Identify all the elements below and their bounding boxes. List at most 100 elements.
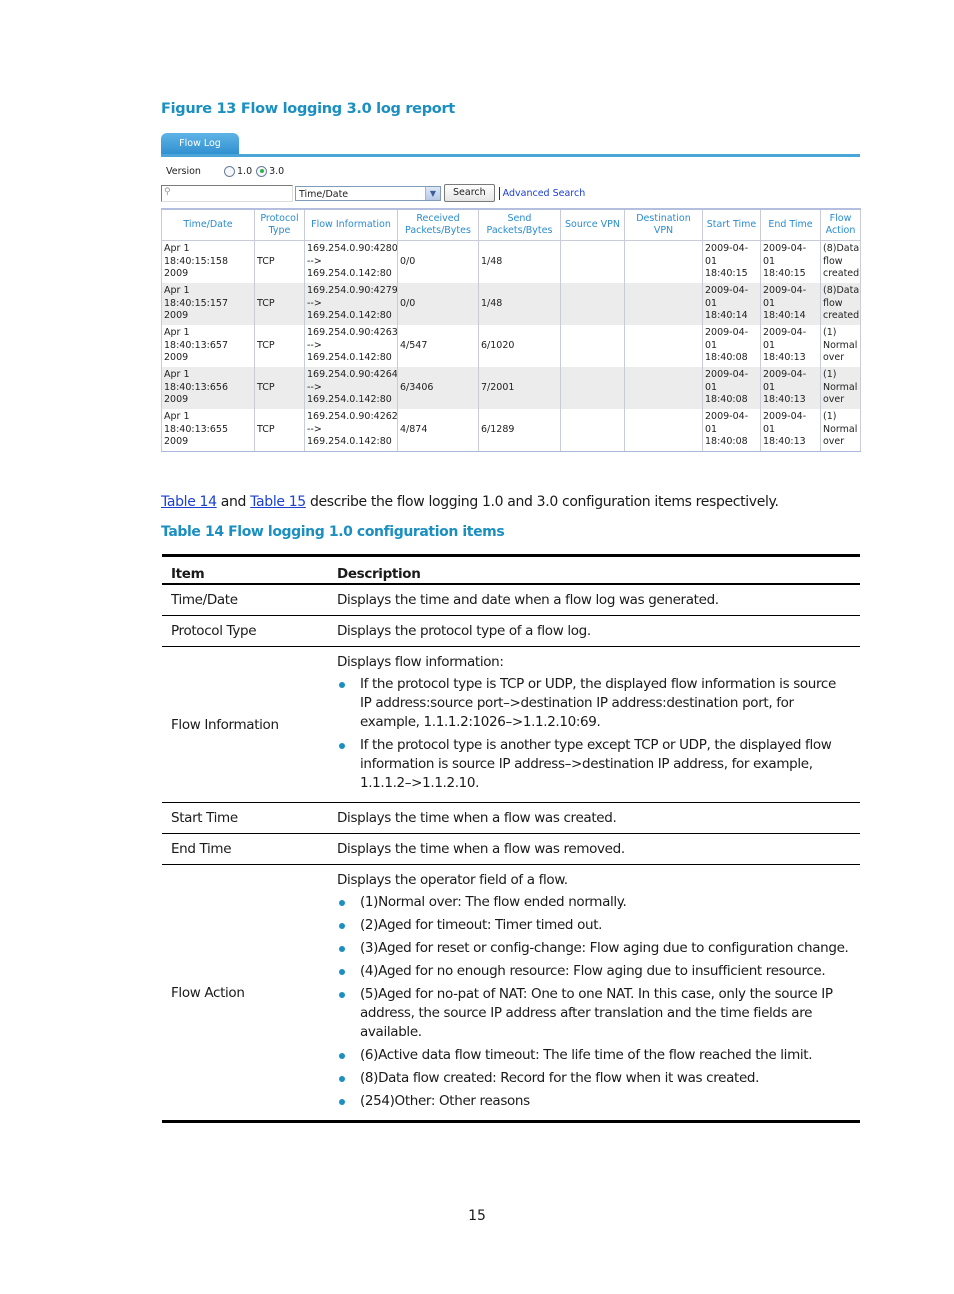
tab-underline bbox=[161, 154, 860, 157]
description-cell: Displays the protocol type of a flow log… bbox=[328, 615, 860, 647]
search-field-select[interactable]: Time/Date ▼ bbox=[295, 185, 441, 201]
figure-title: Figure 13 Flow logging 3.0 log report bbox=[161, 101, 455, 117]
cell-text: Apr 1 18:40:15:158 2009 bbox=[164, 243, 228, 280]
radio-label: 1.0 bbox=[237, 165, 253, 177]
search-input[interactable]: ⚲ bbox=[161, 184, 293, 202]
received-cell: 0/0 bbox=[397, 283, 479, 325]
cell-text: Apr 1 18:40:15:157 2009 bbox=[164, 285, 228, 322]
time-date-cell: Apr 1 18:40:13:656 2009 bbox=[161, 367, 255, 409]
start-time-cell: 2009-04- 01 18:40:15 bbox=[702, 240, 761, 283]
destination-vpn-cell bbox=[624, 283, 703, 325]
cell-text: 2009-04- bbox=[705, 369, 749, 381]
cell-text: flow bbox=[823, 255, 843, 267]
search-button[interactable]: Search bbox=[444, 184, 495, 202]
cell-text: 4/874 bbox=[400, 423, 428, 435]
destination-vpn-cell bbox=[624, 325, 703, 367]
destination-vpn-cell bbox=[624, 240, 703, 283]
cell-text: --> bbox=[307, 297, 322, 309]
table-row[interactable]: Apr 1 18:40:13:657 2009 TCP 169.254.0.90:4… bbox=[161, 325, 861, 367]
table-row[interactable]: Apr 1 18:40:13:656 2009 TCP 169.254.0.90:4… bbox=[161, 367, 861, 409]
cell-text: flow bbox=[823, 297, 843, 309]
column-header[interactable]: Flow Information bbox=[304, 208, 398, 241]
cell-text: Apr 1 18:40:13:656 2009 bbox=[164, 369, 228, 406]
paragraph-text: describe the flow logging 1.0 and 3.0 co… bbox=[305, 494, 779, 510]
cell-text: TCP bbox=[257, 255, 275, 267]
cell-text: 1/48 bbox=[481, 255, 503, 267]
version-row: Version 1.0 3.0 bbox=[166, 164, 288, 178]
source-vpn-cell bbox=[560, 409, 625, 452]
source-vpn-cell bbox=[560, 367, 625, 409]
table-row: Flow Action Displays the operator field … bbox=[162, 865, 860, 1122]
cell-text: 01 bbox=[763, 297, 776, 309]
item-cell: Start Time bbox=[162, 802, 328, 834]
column-header[interactable]: Start Time bbox=[702, 208, 761, 241]
item-cell: Protocol Type bbox=[162, 615, 328, 647]
table-15-link[interactable]: Table 15 bbox=[250, 494, 306, 510]
cell-text: 01 bbox=[705, 255, 718, 267]
cell-text: 01 bbox=[763, 339, 776, 351]
start-time-cell: 2009-04- 01 18:40:14 bbox=[702, 283, 761, 325]
cell-text: 6/1020 bbox=[481, 339, 515, 351]
version-radio-3-0[interactable]: 3.0 bbox=[256, 165, 285, 177]
description-cell: Displays flow information: If the protoc… bbox=[328, 646, 860, 803]
cell-text: --> bbox=[307, 423, 322, 435]
flow-info-cell: 169.254.0.90:4262 --> 169.254.0.142:80 bbox=[304, 409, 398, 452]
cell-text: 169.254.0.90:4264 bbox=[307, 369, 398, 381]
table-row[interactable]: Apr 1 18:40:15:158 2009 TCP 169.254.0.90:4… bbox=[161, 240, 861, 283]
protocol-cell: TCP bbox=[254, 409, 305, 452]
column-header[interactable]: Received Packets/Bytes bbox=[397, 208, 479, 241]
cell-text: 18:40:08 bbox=[705, 352, 748, 364]
received-cell: 4/547 bbox=[397, 325, 479, 367]
time-date-cell: Apr 1 18:40:13:655 2009 bbox=[161, 409, 255, 452]
chevron-down-icon[interactable]: ▼ bbox=[425, 186, 440, 200]
protocol-cell: TCP bbox=[254, 325, 305, 367]
cell-text: 7/2001 bbox=[481, 381, 515, 393]
cell-text: 18:40:15 bbox=[705, 268, 748, 280]
table-14-link[interactable]: Table 14 bbox=[161, 494, 217, 510]
version-radio-1-0[interactable]: 1.0 bbox=[224, 165, 253, 177]
cell-text: 2009-04- bbox=[763, 369, 807, 381]
received-cell: 0/0 bbox=[397, 240, 479, 283]
column-header[interactable]: Protocol Type bbox=[254, 208, 305, 241]
tab-flow-log[interactable]: Flow Log bbox=[161, 133, 239, 155]
list-item: (2)Aged for timeout: Timer timed out. bbox=[337, 916, 851, 935]
send-cell: 1/48 bbox=[478, 240, 561, 283]
column-header[interactable]: End Time bbox=[760, 208, 821, 241]
radio-label: 3.0 bbox=[269, 165, 285, 177]
cell-text: Normal bbox=[823, 423, 858, 435]
end-time-cell: 2009-04- 01 18:40:13 bbox=[760, 409, 821, 452]
config-items-table: Item Description Time/Date Displays the … bbox=[162, 554, 860, 1123]
description-cell: Displays the time and date when a flow l… bbox=[328, 584, 860, 616]
advanced-search-link[interactable]: Advanced Search bbox=[503, 188, 586, 199]
cell-text: Normal bbox=[823, 339, 858, 351]
item-cell: Flow Information bbox=[162, 646, 328, 803]
column-header[interactable]: Send Packets/Bytes bbox=[478, 208, 561, 241]
column-header[interactable]: Time/Date bbox=[161, 208, 255, 241]
end-time-cell: 2009-04- 01 18:40:15 bbox=[760, 240, 821, 283]
radio-selected-icon[interactable] bbox=[256, 165, 268, 177]
item-cell: End Time bbox=[162, 833, 328, 865]
table-row[interactable]: Apr 1 18:40:13:655 2009 TCP 169.254.0.90:4… bbox=[161, 409, 861, 452]
cell-text: --> bbox=[307, 339, 322, 351]
end-time-cell: 2009-04- 01 18:40:14 bbox=[760, 283, 821, 325]
cell-text: 0/0 bbox=[400, 297, 416, 309]
cell-text: 2009-04- bbox=[763, 411, 807, 423]
cell-text: 169.254.0.90:4279 bbox=[307, 285, 398, 297]
column-header[interactable]: Destination VPN bbox=[624, 208, 703, 241]
radio-unselected-icon[interactable] bbox=[224, 165, 235, 177]
table-row: End Time Displays the time when a flow w… bbox=[162, 833, 860, 865]
received-cell: 4/874 bbox=[397, 409, 479, 452]
cell-text: 18:40:13 bbox=[763, 436, 806, 448]
description-cell: Displays the operator field of a flow. (… bbox=[328, 865, 860, 1122]
column-header-description: Description bbox=[328, 555, 860, 585]
received-cell: 6/3406 bbox=[397, 367, 479, 409]
column-header-item: Item bbox=[162, 555, 328, 585]
source-vpn-cell bbox=[560, 240, 625, 283]
intro-paragraph: Table 14 and Table 15 describe the flow … bbox=[161, 494, 779, 510]
column-header[interactable]: Flow Action bbox=[820, 208, 861, 241]
cell-text: --> bbox=[307, 255, 322, 267]
table-header-row: Time/Date Protocol Type Flow Information… bbox=[161, 208, 861, 241]
column-header[interactable]: Source VPN bbox=[560, 208, 625, 241]
send-cell: 6/1020 bbox=[478, 325, 561, 367]
table-row[interactable]: Apr 1 18:40:15:157 2009 TCP 169.254.0.90:4… bbox=[161, 283, 861, 325]
